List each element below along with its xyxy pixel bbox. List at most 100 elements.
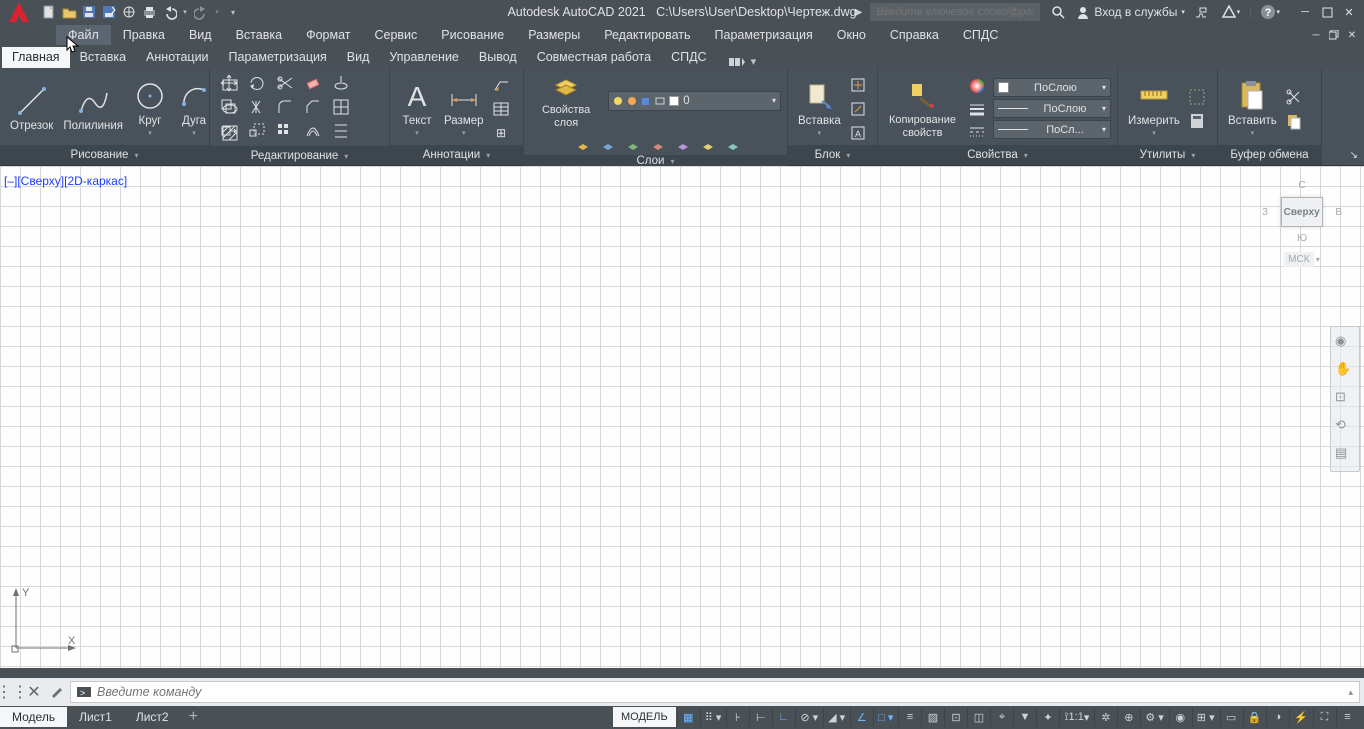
mirror-icon[interactable] <box>246 96 268 118</box>
tab-view[interactable]: Вид <box>337 47 380 68</box>
viewcube[interactable]: С З Сверху В Ю МСК ▾ <box>1262 180 1342 267</box>
status-hwacc-icon[interactable]: ⚡ <box>1289 707 1312 727</box>
ribbon-minimize-icon[interactable]: ▾ <box>751 55 757 68</box>
status-qprops-icon[interactable]: ▭ <box>1220 707 1242 727</box>
stretch-icon[interactable] <box>218 120 240 142</box>
menu-format[interactable]: Формат <box>294 25 362 45</box>
undo-icon[interactable] <box>160 3 178 21</box>
status-grid-icon[interactable]: ▦ <box>677 707 699 727</box>
status-lwt-icon[interactable]: ≡ <box>898 707 920 727</box>
doc-restore-button[interactable] <box>1326 28 1342 42</box>
color-dropdown[interactable]: ПоСлою▾ <box>993 78 1111 97</box>
maximize-button[interactable] <box>1318 4 1336 20</box>
status-iso-icon[interactable]: ◢ ▾ <box>823 707 849 727</box>
cmd-handle-icon[interactable]: ⋮⋮ <box>4 684 20 700</box>
menu-dimension[interactable]: Размеры <box>516 25 592 45</box>
status-workspace-icon[interactable]: ⚙ ▾ <box>1140 707 1167 727</box>
status-annomon-icon[interactable]: ◉ <box>1169 707 1191 727</box>
undo-menu-icon[interactable]: ▾ <box>180 3 190 21</box>
scale-icon[interactable] <box>246 120 268 142</box>
menu-tools[interactable]: Сервис <box>362 25 429 45</box>
cut-icon[interactable] <box>1283 86 1305 108</box>
panel-utils-title[interactable]: Утилиты <box>1118 145 1217 165</box>
menu-insert[interactable]: Вставка <box>224 25 294 45</box>
move-icon[interactable] <box>218 72 240 94</box>
doc-minimize-button[interactable]: ─ <box>1308 28 1324 42</box>
insert-block-button[interactable]: Вставка▾ <box>794 77 845 140</box>
command-input-wrap[interactable]: >_ ▴ <box>70 681 1360 703</box>
panel-annot-title[interactable]: Аннотации <box>390 145 523 165</box>
lineweight-icon[interactable] <box>967 98 987 120</box>
tab-manage[interactable]: Управление <box>379 47 469 68</box>
panel-draw-title[interactable]: Рисование <box>0 145 209 165</box>
copy-icon[interactable] <box>218 96 240 118</box>
status-polar-icon[interactable]: ⊘ ▾ <box>795 707 822 727</box>
arc-button[interactable]: Дуга▾ <box>173 77 215 140</box>
explode-icon[interactable] <box>330 72 352 94</box>
status-customize-icon[interactable]: ≡ <box>1336 707 1358 727</box>
tab-home[interactable]: Главная <box>2 47 70 68</box>
lineweight-dropdown[interactable]: ПоСлою▾ <box>993 99 1111 118</box>
status-autoadd-icon[interactable]: ⊕ <box>1117 707 1139 727</box>
status-3dosnap-icon[interactable]: ◫ <box>967 707 989 727</box>
trim-icon[interactable] <box>274 72 296 94</box>
qat-more-icon[interactable]: ▾ <box>224 3 242 21</box>
redo-menu-icon[interactable]: ▾ <box>212 3 222 21</box>
layer-props-button[interactable]: Свойства слоя <box>530 72 602 129</box>
search-icon[interactable] <box>1048 2 1068 22</box>
help-icon[interactable]: ?▾ <box>1260 2 1280 22</box>
status-isolate-icon[interactable]: ◑ <box>1266 707 1288 727</box>
status-gizmo-icon[interactable]: ✦ <box>1036 707 1058 727</box>
status-units-icon[interactable]: ⊞ ▾ <box>1192 707 1219 727</box>
plot-icon[interactable] <box>140 3 158 21</box>
featured-apps-icon[interactable] <box>729 56 745 68</box>
color-wheel-icon[interactable] <box>967 75 987 97</box>
orbit-icon[interactable]: ⟲ <box>1335 417 1355 437</box>
btab-add[interactable]: + <box>181 705 206 729</box>
text-button[interactable]: AТекст▾ <box>396 77 438 140</box>
redo-icon[interactable] <box>192 3 210 21</box>
viewport-label[interactable]: [–][Сверху][2D-каркас] <box>4 174 127 188</box>
paste-button[interactable]: Вставить▾ <box>1224 77 1281 140</box>
status-lockui-icon[interactable]: 🔒 <box>1243 707 1266 727</box>
btab-layout1[interactable]: Лист1 <box>67 707 124 727</box>
status-ortho-icon[interactable]: ∟ <box>772 707 794 727</box>
status-model[interactable]: МОДЕЛЬ <box>613 707 676 727</box>
menu-spds[interactable]: СПДС <box>951 25 1011 45</box>
signin-button[interactable]: Вход в службы▾ <box>1076 5 1185 19</box>
app-logo[interactable] <box>4 0 34 24</box>
panel-modify-title[interactable]: Редактирование <box>210 146 389 165</box>
menu-parametric[interactable]: Параметризация <box>703 25 825 45</box>
create-block-icon[interactable] <box>847 74 869 96</box>
offset-icon[interactable] <box>302 120 324 142</box>
edit-block-icon[interactable] <box>847 98 869 120</box>
status-selfilter-icon[interactable]: ▼ <box>1013 707 1035 727</box>
open-icon[interactable] <box>60 3 78 21</box>
match-props-button[interactable]: Копирование свойств <box>884 76 961 141</box>
drawing-canvas[interactable]: [–][Сверху][2D-каркас] Y X С З Сверху В … <box>0 166 1364 668</box>
erase-icon[interactable] <box>302 72 324 94</box>
attr-block-icon[interactable]: A <box>847 122 869 144</box>
status-cleanscreen-icon[interactable]: ⛶ <box>1313 707 1335 727</box>
status-snap-icon[interactable]: ⠿ ▾ <box>700 707 726 727</box>
linetype-icon[interactable] <box>967 121 987 143</box>
tab-insert[interactable]: Вставка <box>70 47 136 68</box>
laycur-icon[interactable] <box>722 133 744 155</box>
quickcalc-icon[interactable] <box>1186 110 1208 132</box>
panel-block-title[interactable]: Блок <box>788 145 877 165</box>
minimize-button[interactable]: ─ <box>1296 4 1314 20</box>
menu-window[interactable]: Окно <box>825 25 878 45</box>
menu-help[interactable]: Справка <box>878 25 951 45</box>
menu-view[interactable]: Вид <box>177 25 224 45</box>
laymatch-icon[interactable] <box>672 133 694 155</box>
blend-icon[interactable] <box>330 96 352 118</box>
line-button[interactable]: Отрезок <box>6 82 57 135</box>
command-input[interactable] <box>97 685 1342 699</box>
status-transparency-icon[interactable]: ▨ <box>921 707 943 727</box>
tab-spds[interactable]: СПДС <box>661 47 717 68</box>
cmd-customize-icon[interactable] <box>48 684 64 700</box>
doc-close-button[interactable]: ✕ <box>1344 28 1360 42</box>
mtext-icon[interactable]: ⊞ <box>490 122 512 144</box>
fillet-icon[interactable] <box>274 96 296 118</box>
layfrz-icon[interactable] <box>597 133 619 155</box>
